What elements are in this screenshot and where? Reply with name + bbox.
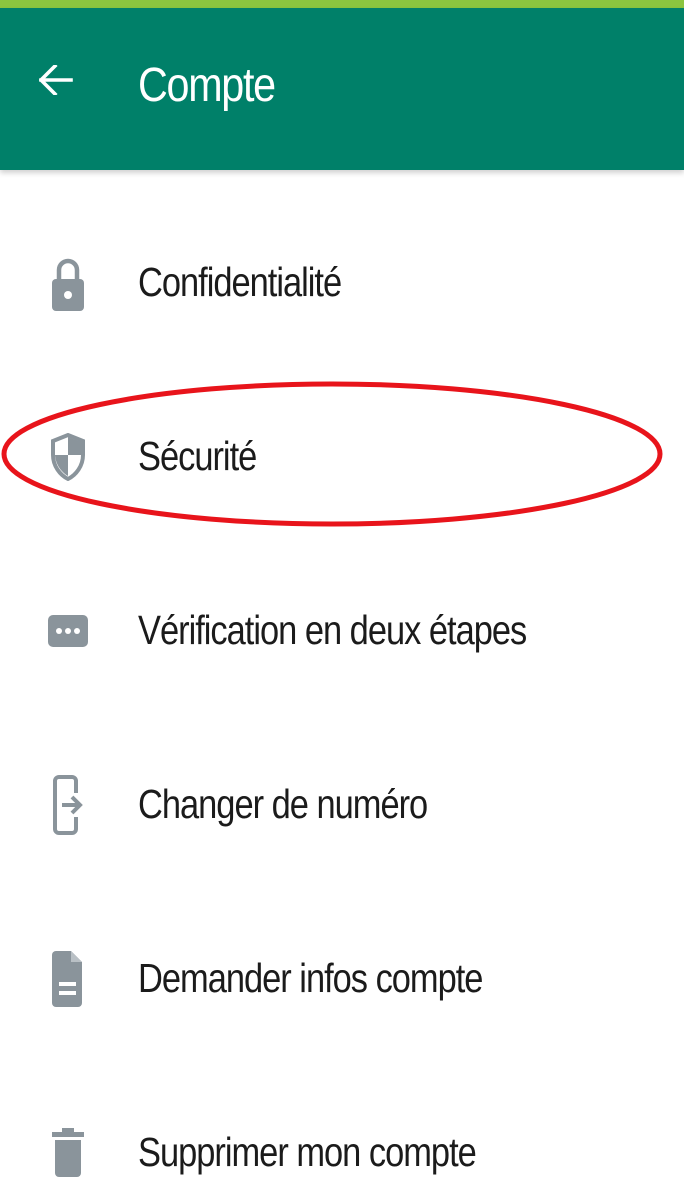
menu-item-label: Vérification en deux étapes [138, 607, 527, 653]
menu-item-two-step-verification[interactable]: Vérification en deux étapes [0, 544, 684, 718]
menu-item-security[interactable]: Sécurité [0, 370, 684, 544]
document-icon [44, 947, 92, 1011]
menu-item-privacy[interactable]: Confidentialité [0, 196, 684, 370]
menu-item-label: Demander infos compte [138, 955, 483, 1001]
trash-icon [44, 1121, 92, 1185]
menu-item-request-account-info[interactable]: Demander infos compte [0, 892, 684, 1066]
menu-item-label: Confidentialité [138, 259, 342, 305]
menu-item-label: Changer de numéro [138, 781, 428, 827]
menu-item-change-number[interactable]: Changer de numéro [0, 718, 684, 892]
menu-item-label: Sécurité [138, 433, 257, 479]
status-strip [0, 0, 684, 8]
lock-icon [44, 251, 92, 315]
dots-pin-icon [44, 599, 92, 663]
menu-item-label: Supprimer mon compte [138, 1129, 477, 1175]
back-button[interactable] [24, 48, 88, 112]
phone-transfer-icon [44, 773, 92, 837]
account-settings-screen: Compte Confidentialité Sécurité Vérifica… [0, 0, 684, 1185]
app-bar: Compte [0, 8, 684, 170]
shield-icon [44, 425, 92, 489]
page-title: Compte [138, 59, 276, 112]
arrow-left-icon [39, 65, 73, 95]
menu-item-delete-account[interactable]: Supprimer mon compte [0, 1066, 684, 1185]
